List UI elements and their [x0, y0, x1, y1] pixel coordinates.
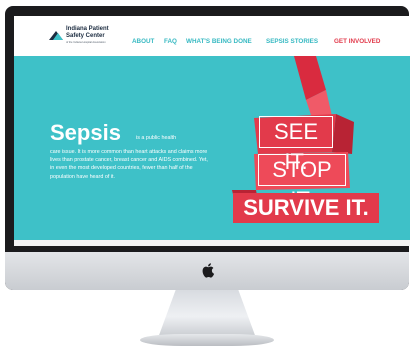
stop-it-box: STOP IT. [258, 154, 346, 212]
hero-body-text: care issue. It is more common than heart… [50, 149, 208, 180]
page-bottom-strip [14, 240, 410, 246]
see-it-box: SEE IT. [259, 116, 333, 174]
nav-faq[interactable]: FAQ [164, 38, 177, 45]
hero-section: Sepsis is a public health care issue. It… [14, 56, 410, 246]
hero-intro-inline: is a public health [136, 135, 177, 141]
logo-title-line1: Indiana Patient [66, 26, 109, 32]
imac-bezel: Indiana Patient Safety Center of the Ind… [5, 6, 410, 290]
survive-it-box: SURVIVE IT. [233, 193, 379, 223]
mountain-logo-icon [49, 31, 63, 40]
hero-title-sepsis: Sepsis [50, 120, 121, 145]
nav-get-involved[interactable]: GET INVOLVED [334, 38, 380, 45]
imac-stand-neck [158, 290, 256, 338]
nav-sepsis-stories[interactable]: SEPSIS STORIES [266, 38, 318, 45]
logo-subtitle: of the Indiana Hospital Association [66, 41, 106, 44]
site-header: Indiana Patient Safety Center of the Ind… [14, 16, 410, 56]
logo-title-line2: Safety Center [66, 33, 105, 39]
nav-whats-being-done[interactable]: WHAT'S BEING DONE [186, 38, 252, 45]
apple-logo-icon [202, 263, 215, 278]
imac-screen: Indiana Patient Safety Center of the Ind… [14, 16, 410, 246]
survive-it-text: SURVIVE IT. [243, 195, 369, 220]
nav-about[interactable]: ABOUT [132, 38, 154, 45]
imac-stand-base [140, 334, 274, 346]
